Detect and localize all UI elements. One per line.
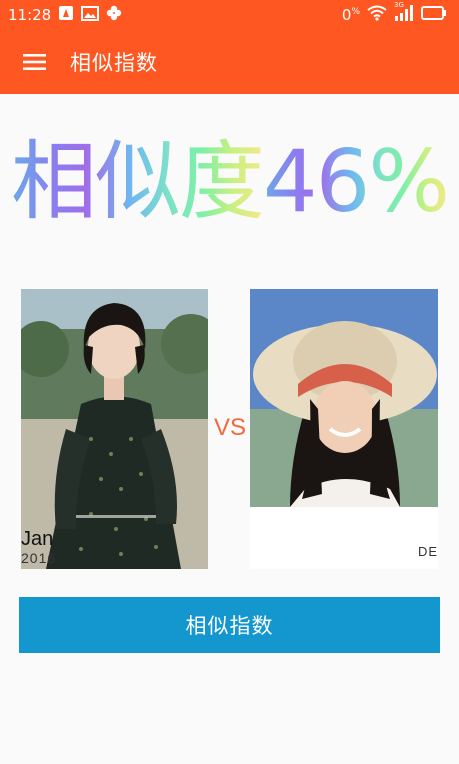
- vs-label: VS: [213, 414, 246, 441]
- clock: 11:28: [8, 6, 52, 24]
- right-portrait-image: [250, 289, 438, 569]
- app-bar: 相似指数: [0, 30, 459, 94]
- app-title: 相似指数: [70, 51, 158, 75]
- right-photo[interactable]: DE: [250, 289, 438, 569]
- network-type: 3G: [394, 1, 404, 9]
- image-icon: [81, 5, 100, 25]
- photo-watermark: DE: [417, 544, 438, 559]
- battery-icon: [421, 6, 447, 24]
- wifi-icon: [367, 5, 387, 25]
- status-right: 0% 3G: [341, 1, 447, 25]
- clover-icon: [106, 5, 122, 25]
- photo-caption-month: Jan: [21, 528, 54, 550]
- left-photo[interactable]: Jan 2016: [21, 289, 208, 569]
- status-left: 11:28: [8, 5, 122, 25]
- left-portrait-image: [21, 289, 208, 569]
- notification-icon: [58, 5, 74, 25]
- battery-percent: 0%: [341, 6, 360, 24]
- menu-icon: [23, 54, 46, 70]
- similarity-index-button[interactable]: 相似指数: [19, 597, 440, 653]
- similarity-label: 相似度: [10, 132, 265, 232]
- similarity-score: 相似度 46%: [0, 132, 459, 232]
- similarity-value: 46%: [262, 132, 450, 232]
- signal-icon: 3G: [394, 1, 414, 25]
- photo-caption-year: 2016: [21, 550, 57, 566]
- menu-button[interactable]: [0, 30, 70, 94]
- status-bar: 11:28 0% 3G: [0, 0, 459, 30]
